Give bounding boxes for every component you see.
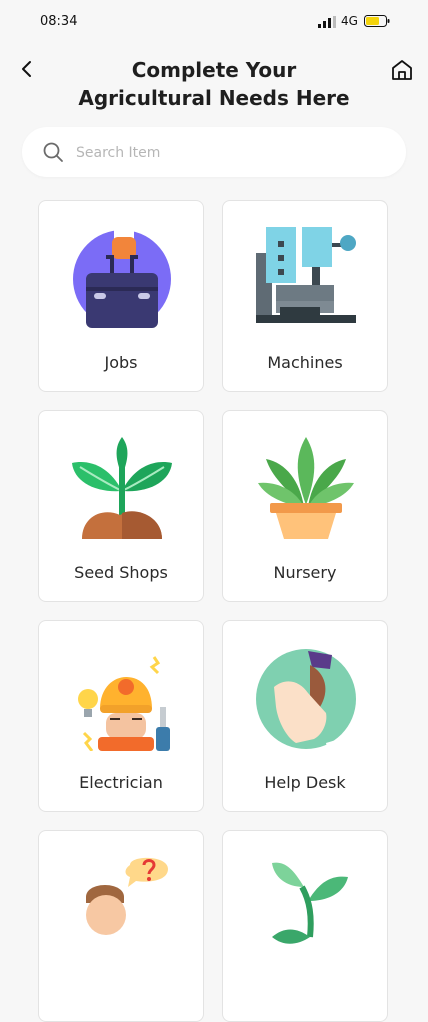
potted-plant-icon <box>258 437 354 539</box>
status-time: 08:34 <box>40 14 78 29</box>
plant-icon <box>272 862 348 944</box>
category-card-electrician[interactable]: Electrician <box>38 620 204 812</box>
handshake-icon <box>256 649 356 751</box>
header: Complete Your Agricultural Needs Here <box>0 52 428 116</box>
category-label: Machines <box>267 353 343 372</box>
briefcase-icon <box>73 227 171 328</box>
search-input[interactable] <box>74 135 388 171</box>
search-bar <box>22 127 406 177</box>
electrician-icon <box>78 656 170 751</box>
sprout-icon <box>72 437 172 539</box>
drill-machine-icon <box>256 227 356 323</box>
question-person-icon <box>86 857 168 935</box>
search-icon <box>43 142 63 162</box>
category-card-8[interactable] <box>222 830 388 1022</box>
page-title: Complete Your Agricultural Needs Here <box>78 58 350 110</box>
category-label: Seed Shops <box>74 563 168 582</box>
category-card-nursery[interactable]: Nursery <box>222 410 388 602</box>
category-card-jobs[interactable]: Jobs <box>38 200 204 392</box>
category-card-help-desk[interactable]: Help Desk <box>222 620 388 812</box>
home-icon[interactable] <box>390 58 414 82</box>
signal-icon <box>318 16 336 28</box>
category-label: Electrician <box>79 773 163 792</box>
category-label: Help Desk <box>264 773 346 792</box>
category-label: Nursery <box>273 563 337 582</box>
category-card-machines[interactable]: Machines <box>222 200 388 392</box>
category-label: Jobs <box>104 353 138 372</box>
battery-icon <box>364 15 390 27</box>
chevron-left-icon[interactable] <box>16 58 38 80</box>
network-type: 4G <box>341 14 358 28</box>
category-card-seed-shops[interactable]: Seed Shops <box>38 410 204 602</box>
status-bar: 08:34 4G <box>0 0 428 44</box>
category-card-7[interactable] <box>38 830 204 1022</box>
